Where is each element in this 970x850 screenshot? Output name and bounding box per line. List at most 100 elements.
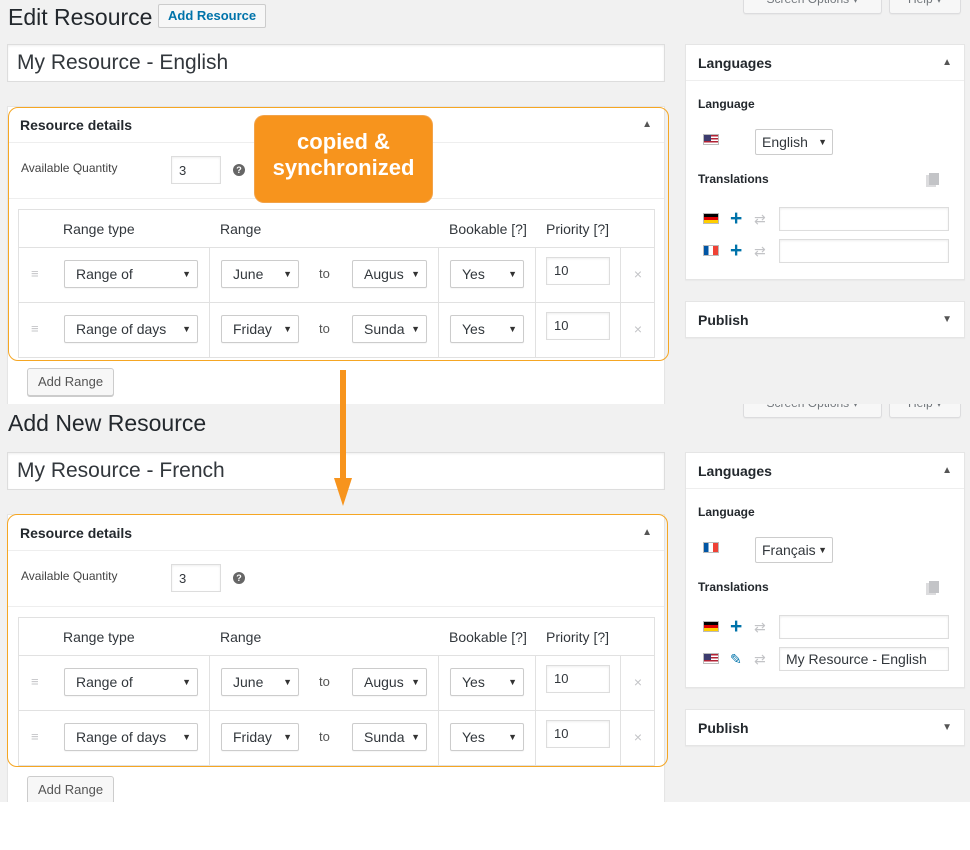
languages-title: Languages — [698, 463, 772, 479]
priority-input[interactable]: 10 — [546, 312, 610, 340]
drag-handle-icon[interactable]: ≡ — [31, 729, 39, 744]
expand-arrow-icon[interactable]: ▼ — [942, 710, 952, 746]
plus-icon[interactable]: + — [730, 208, 742, 229]
priority-input[interactable]: 10 — [546, 720, 610, 748]
sync-icon[interactable]: ⇄ — [754, 651, 766, 667]
range-to-select[interactable]: Sunda ▼ — [352, 723, 427, 751]
caret-down-icon: ▼ — [508, 677, 517, 687]
range-table-header: Range type Range Bookable [?] Priority [… — [19, 210, 654, 248]
bookable-select[interactable]: Yes ▼ — [450, 315, 524, 343]
add-resource-button[interactable]: Add Resource — [158, 4, 267, 28]
resource-details-header[interactable]: Resource details ▲ — [8, 515, 664, 551]
range-type-select[interactable]: Range of ▼ — [64, 668, 198, 696]
copy-icon[interactable] — [926, 173, 939, 187]
available-quantity-label: Available Quantity — [21, 569, 118, 583]
remove-row-icon[interactable]: × — [634, 729, 642, 745]
available-quantity-input[interactable]: 3 — [171, 564, 221, 592]
collapse-arrow-icon[interactable]: ▲ — [642, 515, 652, 551]
language-select[interactable]: Français ▼ — [755, 537, 833, 563]
bookable-help-link[interactable]: [?] — [511, 629, 527, 645]
language-select[interactable]: English ▼ — [755, 129, 833, 155]
screen-options-button[interactable]: Screen Options ▾ — [743, 0, 882, 14]
publish-header[interactable]: Publish ▼ — [686, 710, 964, 746]
translation-en-input[interactable]: My Resource - English — [779, 647, 949, 671]
priority-column-header: Priority [?] — [546, 629, 610, 645]
available-quantity-label: Available Quantity — [21, 161, 118, 175]
screen-options-button[interactable]: Screen Options ▾ — [743, 404, 882, 418]
pencil-icon[interactable]: ✎ — [730, 651, 742, 667]
add-range-button[interactable]: Add Range — [27, 776, 115, 802]
range-to-select[interactable]: Sunda ▼ — [352, 315, 427, 343]
range-table: Range type Range Bookable [?] Priority [… — [18, 617, 655, 766]
collapse-arrow-icon[interactable]: ▲ — [942, 453, 952, 489]
plus-icon[interactable]: + — [730, 240, 742, 261]
publish-header[interactable]: Publish ▼ — [686, 302, 964, 338]
copy-icon[interactable] — [926, 581, 939, 595]
range-table-header: Range type Range Bookable [?] Priority [… — [19, 618, 654, 656]
help-button[interactable]: Help ▾ — [889, 404, 961, 418]
caret-down-icon: ▼ — [818, 545, 827, 555]
remove-row-icon[interactable]: × — [634, 321, 642, 337]
priority-help-link[interactable]: [?] — [593, 629, 609, 645]
languages-header[interactable]: Languages ▲ — [686, 453, 964, 489]
range-from-select[interactable]: Friday ▼ — [221, 723, 299, 751]
range-from-select[interactable]: June ▼ — [221, 260, 299, 288]
bookable-help-link[interactable]: [?] — [511, 221, 527, 237]
available-quantity-input[interactable]: 3 — [171, 156, 221, 184]
range-type-select[interactable]: Range of ▼ — [64, 260, 198, 288]
translation-de-input[interactable] — [779, 615, 949, 639]
to-label: to — [319, 321, 330, 336]
priority-input[interactable]: 10 — [546, 257, 610, 285]
range-table: Range type Range Bookable [?] Priority [… — [18, 209, 655, 358]
range-from-select[interactable]: Friday ▼ — [221, 315, 299, 343]
caret-down-icon: ▼ — [182, 324, 191, 334]
range-to-select[interactable]: Augus ▼ — [352, 668, 427, 696]
drag-handle-icon[interactable]: ≡ — [31, 321, 39, 336]
resource-title-input[interactable]: My Resource - English — [7, 44, 665, 82]
languages-header[interactable]: Languages ▲ — [686, 45, 964, 81]
language-label: Language — [698, 97, 755, 111]
drag-handle-icon[interactable]: ≡ — [31, 266, 39, 281]
caret-down-icon: ▼ — [182, 677, 191, 687]
page-title: Add New Resource — [8, 410, 207, 436]
translation-de-input[interactable] — [779, 207, 949, 231]
range-type-select[interactable]: Range of days ▼ — [64, 723, 198, 751]
bookable-column-header: Bookable [?] — [449, 221, 527, 237]
down-arrow-icon — [334, 370, 352, 506]
translations-label: Translations — [698, 580, 769, 594]
translation-fr-input[interactable] — [779, 239, 949, 263]
help-circle-icon[interactable]: ? — [233, 572, 245, 584]
remove-row-icon[interactable]: × — [634, 674, 642, 690]
to-label: to — [319, 674, 330, 689]
range-column-header: Range — [220, 629, 262, 645]
bookable-select[interactable]: Yes ▼ — [450, 668, 524, 696]
languages-title: Languages — [698, 55, 772, 71]
help-circle-icon[interactable]: ? — [233, 164, 245, 176]
sync-icon[interactable]: ⇄ — [754, 211, 766, 227]
priority-input[interactable]: 10 — [546, 665, 610, 693]
flag-us-icon — [703, 134, 719, 145]
help-button[interactable]: Help ▾ — [889, 0, 961, 14]
sync-icon[interactable]: ⇄ — [754, 243, 766, 259]
flag-fr-icon — [703, 245, 719, 256]
drag-handle-icon[interactable]: ≡ — [31, 674, 39, 689]
expand-arrow-icon[interactable]: ▼ — [942, 302, 952, 338]
collapse-arrow-icon[interactable]: ▲ — [942, 45, 952, 81]
collapse-arrow-icon[interactable]: ▲ — [642, 107, 652, 143]
bookable-select[interactable]: Yes ▼ — [450, 260, 524, 288]
caret-down-icon: ▼ — [182, 269, 191, 279]
range-from-select[interactable]: June ▼ — [221, 668, 299, 696]
range-to-select[interactable]: Augus ▼ — [352, 260, 427, 288]
caret-down-icon: ▼ — [411, 269, 420, 279]
to-label: to — [319, 729, 330, 744]
add-range-button[interactable]: Add Range — [27, 368, 115, 396]
plus-icon[interactable]: + — [730, 616, 742, 637]
priority-help-link[interactable]: [?] — [593, 221, 609, 237]
edit-resource-screen: Screen Options ▾ Help ▾ Edit Resource Ad… — [0, 0, 970, 404]
sync-icon[interactable]: ⇄ — [754, 619, 766, 635]
remove-row-icon[interactable]: × — [634, 266, 642, 282]
bookable-select[interactable]: Yes ▼ — [450, 723, 524, 751]
range-type-select[interactable]: Range of days ▼ — [64, 315, 198, 343]
publish-title: Publish — [698, 312, 749, 328]
bookable-column-header: Bookable [?] — [449, 629, 527, 645]
